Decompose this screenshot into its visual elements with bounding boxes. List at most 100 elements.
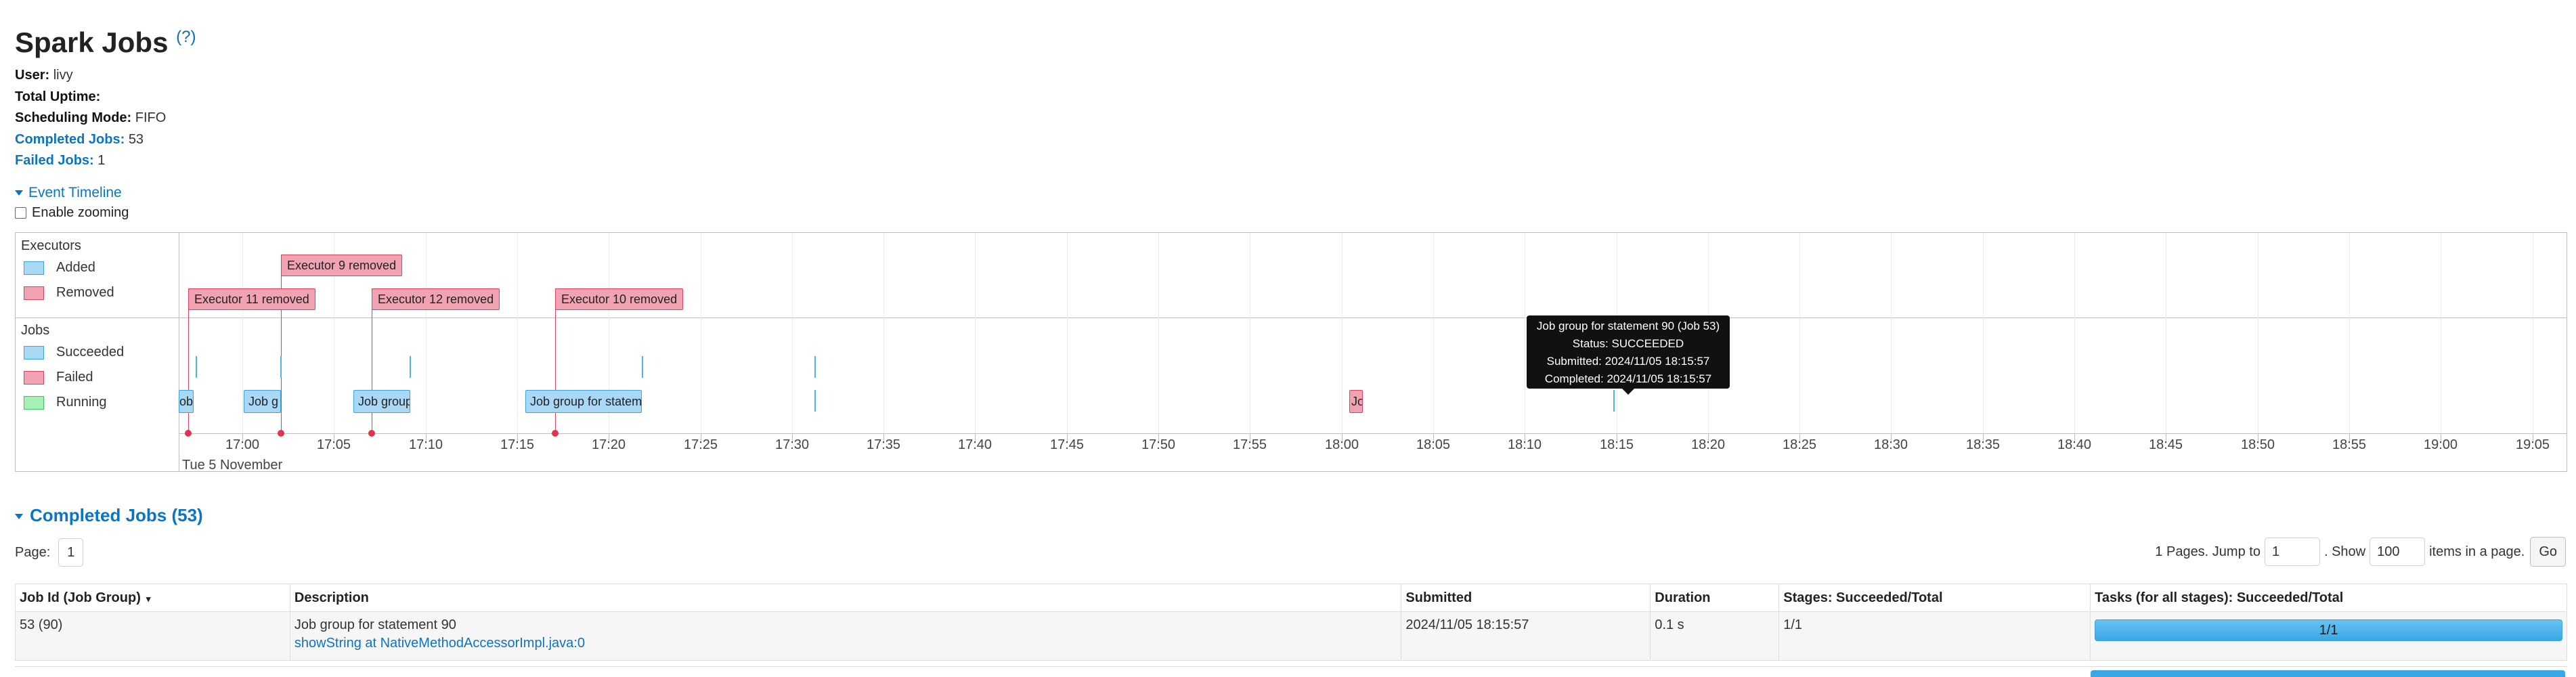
column-description-label: Description <box>294 590 369 605</box>
go-button[interactable]: Go <box>2530 537 2566 567</box>
column-job-id-label: Job Id (Job Group) <box>20 590 141 605</box>
jump-to-page-input[interactable]: 1 <box>2264 538 2320 566</box>
legend-failed: Failed <box>24 370 93 385</box>
page-title: Spark Jobs (?) <box>15 20 196 60</box>
running-swatch <box>24 395 44 410</box>
grid-line <box>792 233 793 433</box>
job-marker[interactable] <box>642 356 643 378</box>
completed-jobs-toggle[interactable]: Completed Jobs (53) <box>15 505 203 526</box>
event-timeline[interactable]: Executors Added Removed Jobs Succeeded F… <box>15 232 2567 473</box>
tasks-progress-bar-partial <box>2091 670 2565 677</box>
help-link[interactable]: (?) <box>176 28 196 46</box>
grid-line <box>883 233 884 433</box>
legend-succeeded: Succeeded <box>24 345 124 360</box>
completed-jobs-table: Job Id (Job Group) ▾ Description Submitte… <box>15 584 2567 661</box>
grid-line <box>517 233 518 433</box>
description-text: Job group for statement 90 <box>294 617 456 632</box>
user-row: User: livy <box>15 65 166 87</box>
tooltip-completed: Completed: 2024/11/05 18:15:57 <box>1544 372 1712 385</box>
axis-tick-label: 18:10 <box>1507 437 1542 452</box>
jobs-group-label: Jobs <box>21 323 50 338</box>
chevron-down-icon <box>15 190 23 196</box>
items-text: items in a page. <box>2429 544 2525 559</box>
executor-event-dot <box>552 430 559 437</box>
job-marker[interactable] <box>1613 390 1615 412</box>
job-bar[interactable]: ob <box>179 390 194 413</box>
failed-job-bar[interactable]: Jo <box>1349 390 1363 413</box>
axis-tick-label: 18:45 <box>2148 437 2183 452</box>
page-title-text: Spark Jobs <box>15 26 169 58</box>
axis-tick-label: 17:50 <box>1141 437 1176 452</box>
axis-tick-label: 18:25 <box>1782 437 1817 452</box>
job-bar[interactable]: Job group <box>353 390 410 413</box>
axis-tick-label: 18:20 <box>1690 437 1726 452</box>
job-detail-link[interactable]: showString at NativeMethodAccessorImpl.j… <box>294 636 1397 651</box>
cell-stages: 1/1 <box>1778 611 2091 661</box>
grid-line <box>1891 233 1892 433</box>
scheduling-value: FIFO <box>135 110 167 125</box>
axis-day-label: Tue 5 November <box>182 458 283 473</box>
table-row: 53 (90) Job group for statement 90 showS… <box>15 611 2567 661</box>
tasks-progress-bar: 1/1 <box>2095 619 2562 641</box>
cell-duration: 0.1 s <box>1650 611 1780 661</box>
axis-tick-label: 17:20 <box>591 437 626 452</box>
completed-jobs-count: 53 <box>128 131 144 147</box>
job-marker[interactable] <box>196 356 197 378</box>
column-submitted-label: Submitted <box>1405 590 1472 605</box>
tasks-progress-label: 1/1 <box>2319 623 2338 638</box>
axis-tick-label: 17:00 <box>225 437 260 452</box>
job-bar[interactable]: Job g <box>244 390 281 413</box>
legend-running-label: Running <box>56 395 107 410</box>
column-stages[interactable]: Stages: Succeeded/Total <box>1778 584 2091 612</box>
legend-removed: Removed <box>24 285 114 301</box>
axis-tick-label: 18:50 <box>2240 437 2275 452</box>
enable-zooming-checkbox[interactable] <box>15 207 26 219</box>
job-bar[interactable]: Job group for statem <box>525 390 642 413</box>
column-tasks-label: Tasks (for all stages): Succeeded/Total <box>2095 590 2344 605</box>
scheduling-label: Scheduling Mode: <box>15 110 132 125</box>
axis-tick-label: 17:30 <box>774 437 810 452</box>
column-job-id[interactable]: Job Id (Job Group) ▾ <box>15 584 290 612</box>
axis-tick-label: 17:25 <box>683 437 718 452</box>
column-tasks[interactable]: Tasks (for all stages): Succeeded/Total <box>2090 584 2567 612</box>
tooltip-status: Status: SUCCEEDED <box>1572 337 1684 350</box>
axis-tick-label: 17:55 <box>1232 437 1267 452</box>
failed-jobs-count: 1 <box>97 153 106 168</box>
cell-description: Job group for statement 90 showString at… <box>289 611 1402 661</box>
column-duration-label: Duration <box>1655 590 1711 605</box>
axis-tick-label: 17:40 <box>957 437 992 452</box>
event-timeline-toggle[interactable]: Event Timeline <box>15 185 122 201</box>
job-marker[interactable] <box>814 390 816 412</box>
page-size-input[interactable]: 100 <box>2370 538 2426 566</box>
completed-jobs-link[interactable]: Completed Jobs: <box>15 132 125 147</box>
column-description[interactable]: Description <box>289 584 1402 612</box>
enable-zooming-label: Enable zooming <box>32 205 129 220</box>
table-row-partial <box>15 666 2567 677</box>
executor-event-dot <box>185 430 192 437</box>
failed-jobs-link[interactable]: Failed Jobs: <box>15 153 94 168</box>
executor-12-removed[interactable]: Executor 12 removed <box>372 288 500 310</box>
grid-line <box>242 233 243 433</box>
uptime-row: Total Uptime: <box>15 87 166 108</box>
cell-submitted: 2024/11/05 18:15:57 <box>1401 611 1651 661</box>
axis-tick-label: 18:55 <box>2332 437 2367 452</box>
column-duration[interactable]: Duration <box>1650 584 1780 612</box>
job-marker[interactable] <box>410 356 411 378</box>
page-number-button[interactable]: 1 <box>58 538 84 567</box>
grid-line <box>1158 233 1159 433</box>
column-submitted[interactable]: Submitted <box>1401 584 1651 612</box>
user-value: livy <box>53 68 73 83</box>
executor-11-removed[interactable]: Executor 11 removed <box>188 288 315 310</box>
axis-tick-label: 19:00 <box>2423 437 2458 452</box>
axis-tick-label: 18:05 <box>1416 437 1451 452</box>
uptime-label: Total Uptime: <box>15 89 101 104</box>
axis-tick-label: 17:45 <box>1049 437 1085 452</box>
page-header: Spark Jobs (?) <box>15 20 196 60</box>
job-marker[interactable] <box>280 356 282 378</box>
job-marker[interactable] <box>814 356 816 378</box>
legend-added: Added <box>24 260 95 276</box>
pager-top: Page: 1 <box>15 538 84 567</box>
executor-9-removed[interactable]: Executor 9 removed <box>281 255 403 276</box>
enable-zooming-option: Enable zooming <box>15 205 129 221</box>
executor-10-removed[interactable]: Executor 10 removed <box>555 288 684 310</box>
